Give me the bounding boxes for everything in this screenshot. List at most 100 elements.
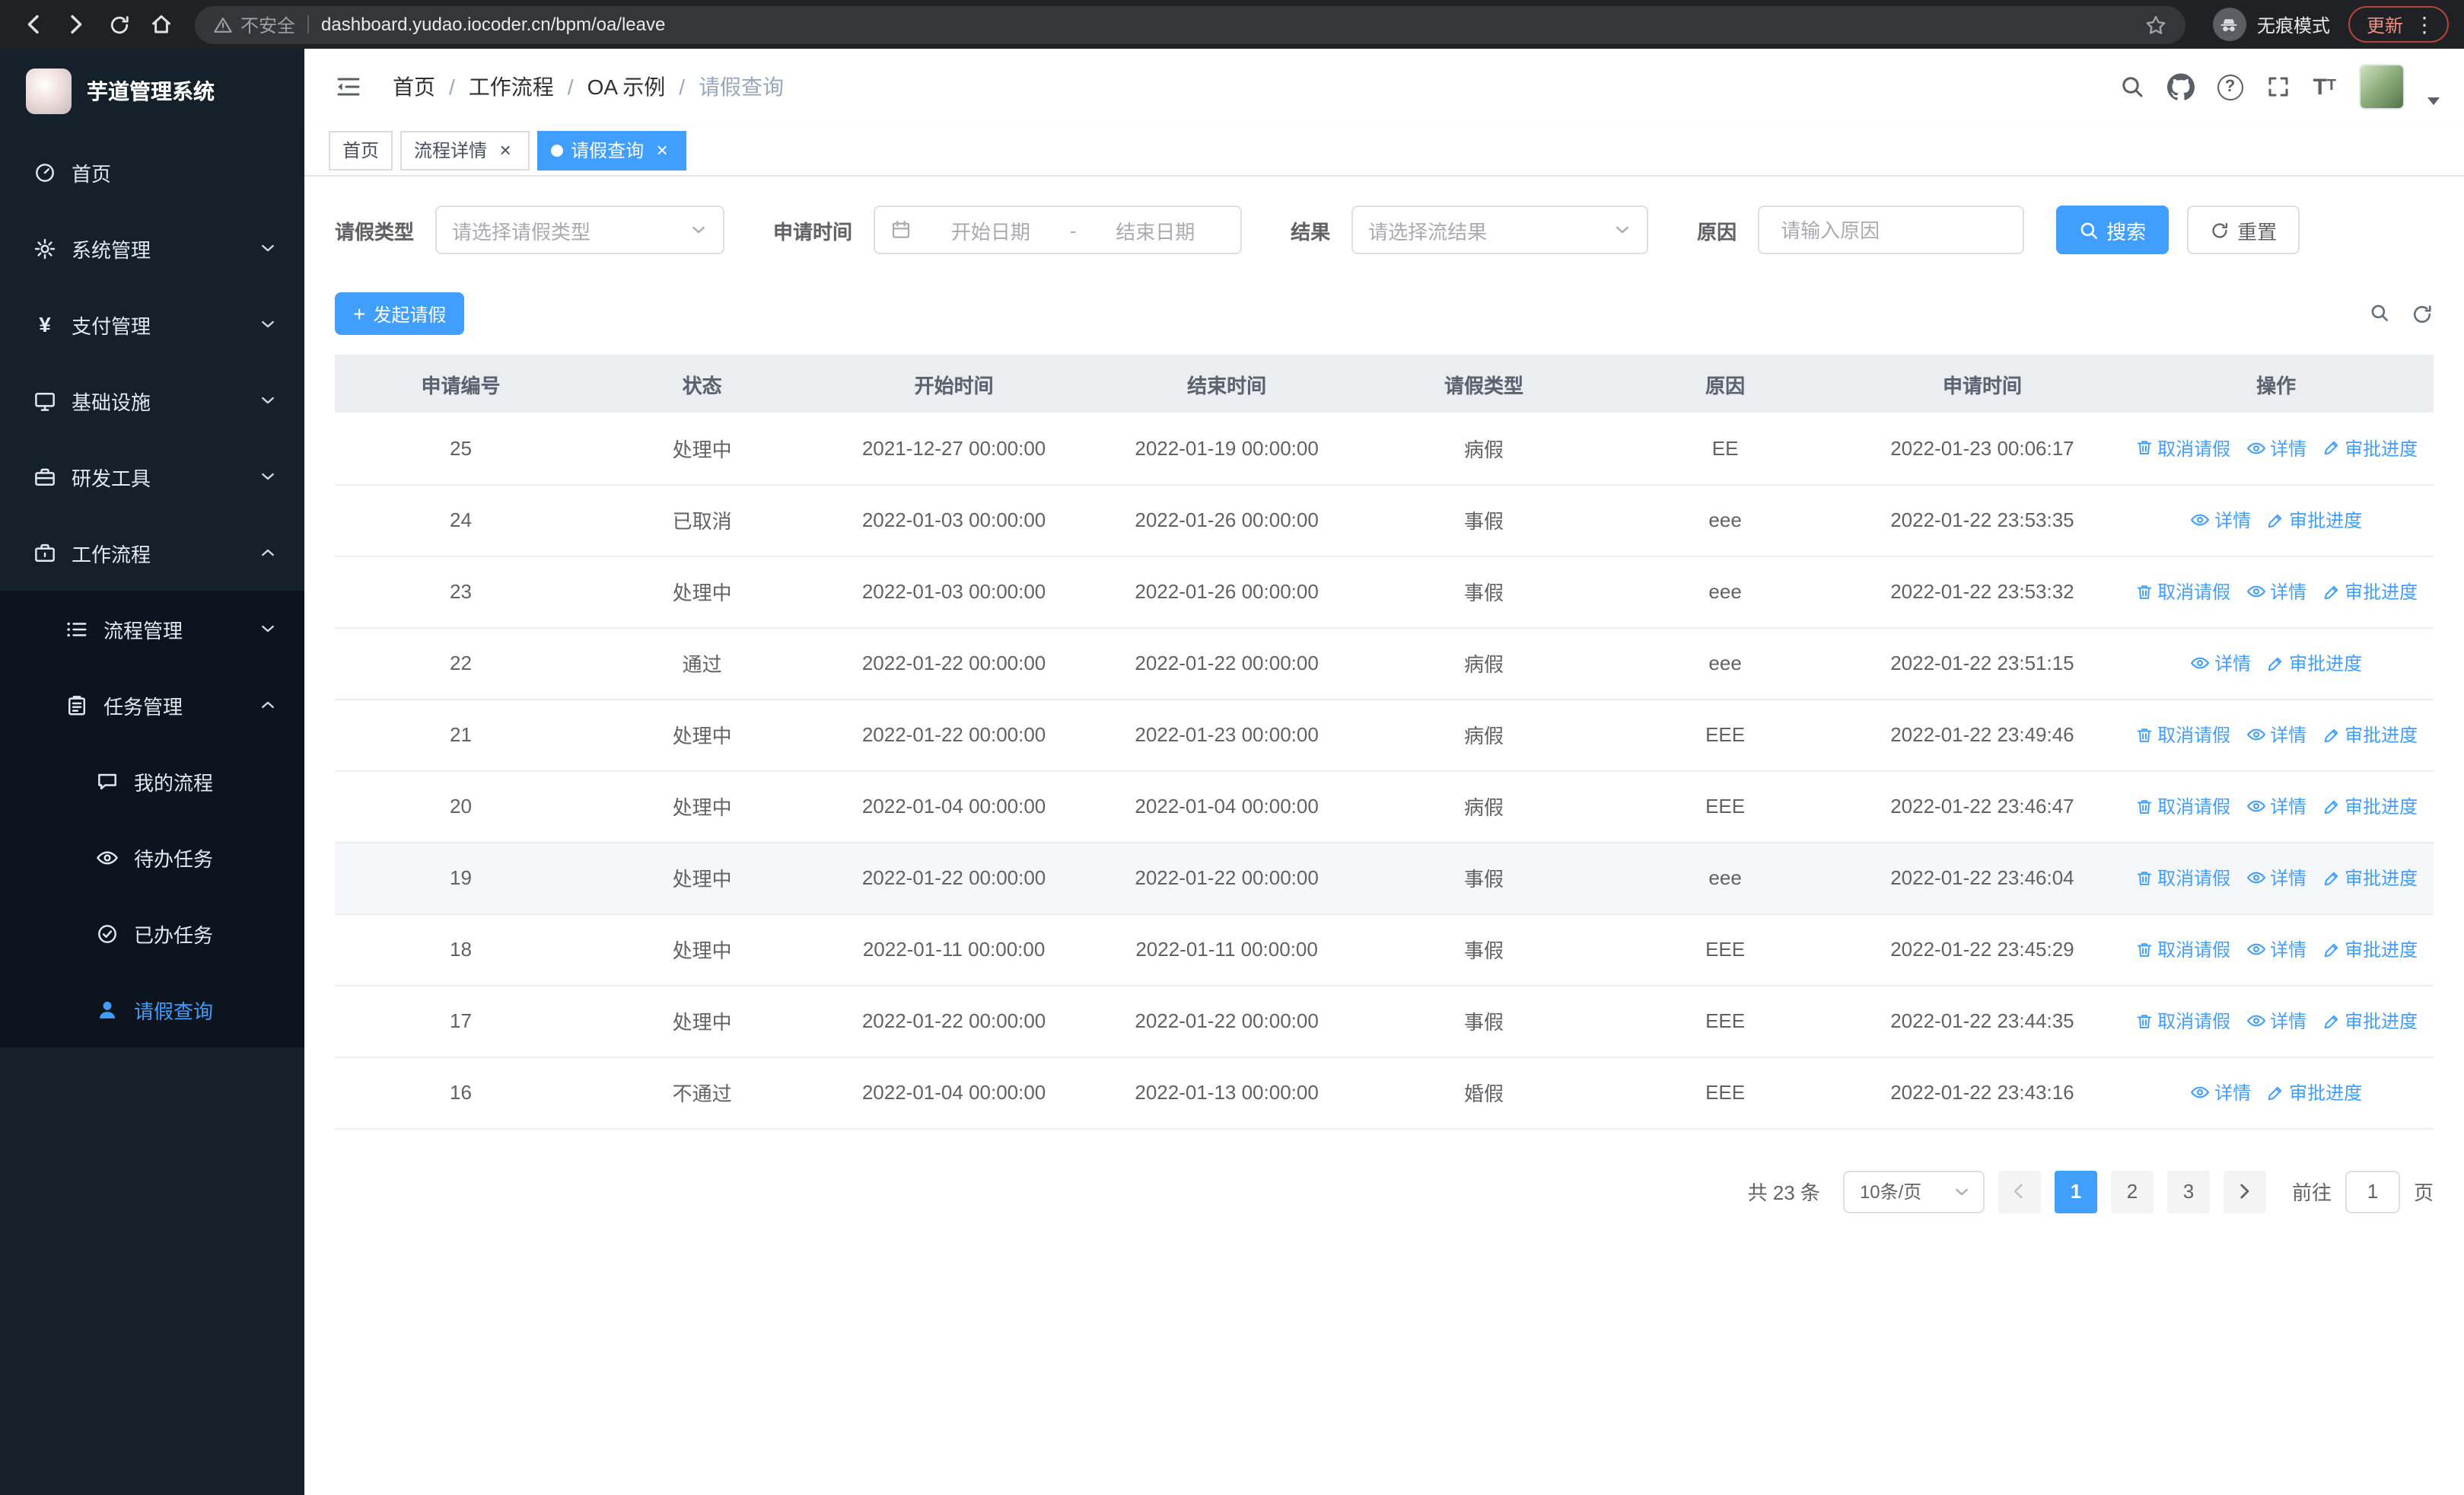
filter-form: 请假类型 请选择请假类型 申请时间 开始日期 - 结束日期 结果 请选择流结果 … [335, 206, 2434, 254]
detail-link[interactable]: 详情 [2246, 1008, 2306, 1034]
cell-leave-type: 病假 [1363, 413, 1605, 485]
search-button[interactable]: 搜索 [2056, 206, 2170, 254]
sidebar-item-payment-management[interactable]: ¥ 支付管理 [0, 286, 304, 362]
approval-progress-link[interactable]: 审批进度 [2266, 1079, 2362, 1105]
sidebar-item-dev-tools[interactable]: 研发工具 [0, 438, 304, 515]
fullscreen-icon[interactable] [2265, 75, 2290, 99]
refresh-table-icon[interactable] [2411, 302, 2434, 325]
reason-input[interactable] [1778, 217, 2005, 243]
browser-menu-icon[interactable]: ⋮ [2411, 11, 2438, 37]
cancel-leave-link[interactable]: 取消请假 [2135, 865, 2230, 891]
approval-progress-link[interactable]: 审批进度 [2322, 435, 2418, 461]
breadcrumb-item[interactable]: OA 示例 [587, 72, 666, 102]
page-button-1[interactable]: 1 [2054, 1170, 2097, 1213]
sidebar-item-todo-tasks[interactable]: 待办任务 [0, 819, 304, 895]
detail-link[interactable]: 详情 [2246, 793, 2306, 819]
detail-link[interactable]: 详情 [2190, 1079, 2251, 1105]
chevron-down-icon [259, 391, 277, 410]
cancel-leave-link[interactable]: 取消请假 [2135, 1008, 2230, 1034]
approval-progress-link[interactable]: 审批进度 [2266, 650, 2362, 676]
github-icon[interactable] [2166, 73, 2195, 100]
cell-apply-time: 2022-01-22 23:46:04 [1845, 842, 2119, 914]
approval-progress-link[interactable]: 审批进度 [2322, 936, 2418, 962]
create-leave-button[interactable]: + 发起请假 [335, 292, 465, 335]
page-size-select[interactable]: 10条/页 [1842, 1170, 1985, 1213]
goto-page-input[interactable] [2345, 1170, 2400, 1213]
page-button-2[interactable]: 2 [2110, 1170, 2154, 1213]
user-avatar[interactable] [2359, 64, 2405, 110]
sidebar-item-process-management[interactable]: 流程管理 [0, 591, 304, 667]
home-icon[interactable] [143, 6, 180, 43]
reload-icon[interactable] [100, 6, 137, 43]
cancel-leave-link[interactable]: 取消请假 [2135, 435, 2230, 461]
sidebar-item-system-management[interactable]: 系统管理 [0, 210, 304, 286]
cell-apply-time: 2022-01-22 23:49:46 [1845, 699, 2119, 771]
detail-link[interactable]: 详情 [2246, 936, 2306, 962]
breadcrumb-item[interactable]: 工作流程 [469, 72, 554, 102]
chevron-up-icon [259, 696, 277, 714]
cell-operations: 取消请假 详情 审批进度 [2119, 556, 2434, 628]
font-size-icon[interactable]: TT [2313, 75, 2336, 98]
detail-link[interactable]: 详情 [2190, 507, 2251, 533]
detail-link[interactable]: 详情 [2246, 435, 2306, 461]
approval-progress-link[interactable]: 审批进度 [2322, 793, 2418, 819]
approval-progress-link[interactable]: 审批进度 [2322, 1008, 2418, 1034]
leave-type-select[interactable]: 请选择请假类型 [435, 206, 725, 254]
approval-progress-link[interactable]: 审批进度 [2266, 507, 2362, 533]
cell-operations: 取消请假 详情 审批进度 [2119, 985, 2434, 1057]
back-icon[interactable] [15, 6, 52, 43]
page-button-3[interactable]: 3 [2166, 1170, 2210, 1213]
tab-close-icon[interactable]: × [495, 139, 516, 161]
approval-progress-link[interactable]: 审批进度 [2322, 722, 2418, 748]
sidebar-item-workflow[interactable]: 工作流程 [0, 515, 304, 591]
cancel-leave-link[interactable]: 取消请假 [2135, 722, 2230, 748]
apply-time-range-picker[interactable]: 开始日期 - 结束日期 [874, 206, 1243, 254]
detail-link[interactable]: 详情 [2246, 865, 2306, 891]
sidebar-item-done-tasks[interactable]: 已办任务 [0, 895, 304, 971]
sidebar-item-infrastructure[interactable]: 基础设施 [0, 362, 304, 438]
sidebar-menu: 首页 系统管理 ¥ 支付管理 基础设施 研发工具 工作流程 流程管理任务管理我的流程 待办任务已… [0, 134, 304, 1495]
cell-leave-type: 事假 [1363, 842, 1605, 914]
tab-home[interactable]: 首页 [329, 130, 393, 170]
cell-reason: eee [1604, 484, 1846, 556]
update-button[interactable]: 更新 ⋮ [2348, 6, 2449, 43]
cancel-leave-link[interactable]: 取消请假 [2135, 793, 2230, 819]
forward-icon[interactable] [58, 6, 94, 43]
calendar-icon [890, 219, 912, 241]
tab-process-detail[interactable]: 流程详情 × [400, 130, 530, 170]
prev-page-button[interactable] [1998, 1170, 2041, 1213]
total-count: 共 23 条 [1747, 1181, 1820, 1204]
cell-operations: 取消请假 详情 审批进度 [2119, 770, 2434, 843]
result-select[interactable]: 请选择流结果 [1351, 206, 1649, 254]
detail-link[interactable]: 详情 [2246, 722, 2306, 748]
help-icon[interactable]: ? [2217, 74, 2243, 100]
user-menu-caret-icon[interactable] [2427, 97, 2440, 104]
cell-status: 处理中 [586, 842, 818, 914]
sidebar-item-home[interactable]: 首页 [0, 134, 304, 210]
approval-progress-link[interactable]: 审批进度 [2322, 865, 2418, 891]
menu-fold-icon[interactable] [326, 73, 371, 100]
address-bar[interactable]: 不安全 dashboard.yudao.iocoder.cn/bpm/oa/le… [195, 5, 2185, 43]
table-body: 25 处理中 2021-12-27 00:00:00 2022-01-19 00:00… [335, 413, 2434, 1129]
sidebar-item-label: 任务管理 [103, 695, 183, 718]
bookmark-star-icon[interactable] [2144, 13, 2167, 36]
cell-start-time: 2022-01-22 00:00:00 [817, 627, 1090, 700]
sidebar-item-task-management[interactable]: 任务管理 [0, 667, 304, 743]
sidebar-item-my-process[interactable]: 我的流程 [0, 743, 304, 819]
cancel-leave-link[interactable]: 取消请假 [2135, 579, 2230, 604]
security-warning[interactable]: 不安全 [213, 11, 295, 37]
goto-label: 前往 [2291, 1181, 2332, 1204]
breadcrumb-item[interactable]: 首页 [393, 72, 435, 102]
reset-button[interactable]: 重置 [2187, 206, 2300, 254]
tab-leave-query[interactable]: 请假查询 × [537, 130, 687, 170]
tab-close-icon[interactable]: × [651, 139, 673, 161]
cancel-leave-link[interactable]: 取消请假 [2135, 936, 2230, 962]
toggle-search-icon[interactable] [2370, 302, 2389, 325]
approval-progress-link[interactable]: 审批进度 [2322, 579, 2418, 604]
next-page-button[interactable] [2223, 1170, 2266, 1213]
detail-link[interactable]: 详情 [2246, 579, 2306, 604]
address-divider [307, 15, 310, 33]
sidebar-item-leave-query[interactable]: 请假查询 [0, 971, 304, 1047]
search-icon[interactable] [2119, 75, 2144, 99]
detail-link[interactable]: 详情 [2190, 650, 2251, 676]
